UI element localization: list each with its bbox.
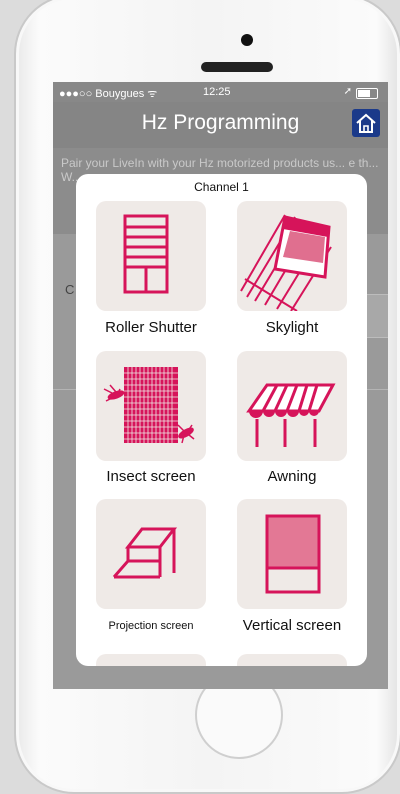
roller-shutter-icon	[123, 214, 169, 294]
skylight-tile[interactable]	[237, 201, 347, 311]
page-title: Hz Programming	[141, 111, 300, 134]
channel-label: C	[65, 282, 75, 297]
status-bar: ●●●○○ Bouygues ᯤ 12:25 ➚	[53, 82, 388, 102]
roller-shutter-label: Roller Shutter	[105, 319, 197, 336]
insect-screen-icon	[103, 367, 195, 444]
awning-label: Awning	[267, 468, 317, 485]
front-camera	[241, 34, 253, 46]
earpiece-speaker	[201, 62, 273, 72]
projection-screen-label: Projection screen	[108, 620, 194, 632]
vertical-screen-icon	[265, 514, 321, 594]
skylight-label: Skylight	[265, 319, 319, 336]
clock: 12:25	[203, 86, 231, 98]
home-icon[interactable]	[352, 109, 380, 137]
modal-title: Channel 1	[194, 180, 249, 194]
insect-screen-label: Insect screen	[106, 468, 196, 485]
projection-screen-icon	[112, 527, 178, 579]
navigation-bar: Hz Programming	[53, 102, 388, 148]
vertical-screen-tile[interactable]	[237, 499, 347, 609]
projection-screen-tile[interactable]	[96, 499, 206, 609]
next-row-tile-left[interactable]	[96, 654, 206, 666]
roller-shutter-tile[interactable]	[96, 201, 206, 311]
vertical-screen-label: Vertical screen	[242, 617, 342, 634]
awning-tile[interactable]	[237, 351, 347, 461]
skylight-icon	[240, 214, 332, 311]
product-picker-modal: Channel 1 Roller Shutter Skylight Insect…	[76, 174, 367, 666]
awning-icon	[246, 383, 336, 447]
insect-screen-tile[interactable]	[96, 351, 206, 461]
next-row-tile-right[interactable]	[237, 654, 347, 666]
location-arrow-icon: ➚	[343, 86, 352, 97]
battery-icon	[356, 88, 378, 99]
carrier-label: ●●●○○ Bouygues ᯤ	[59, 88, 158, 100]
